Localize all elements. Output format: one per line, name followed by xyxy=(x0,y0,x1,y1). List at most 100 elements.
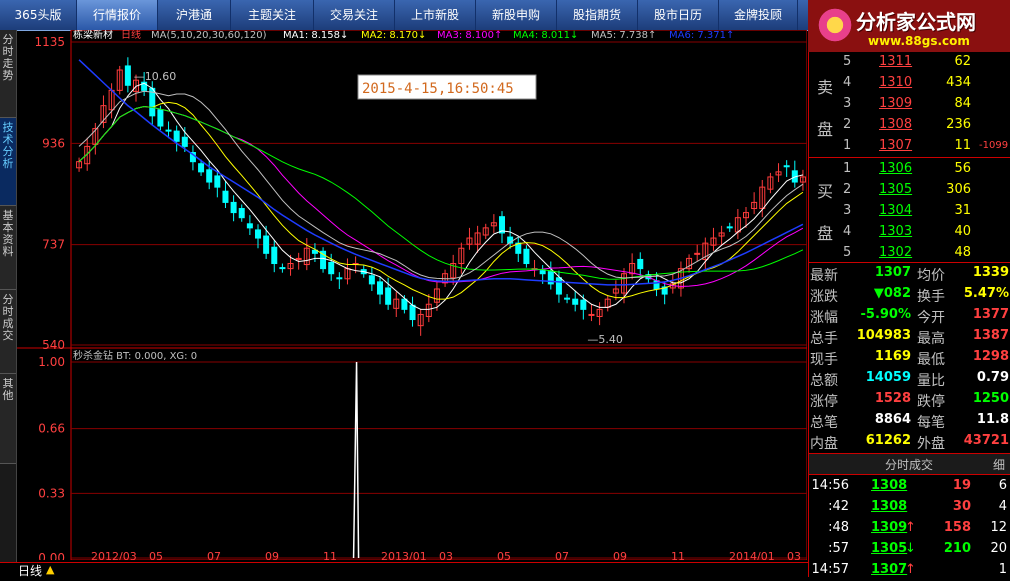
quote-value: ▼082 xyxy=(873,286,911,301)
quote-value-2: 1377 xyxy=(972,307,1009,322)
x-tick-label-5: 2013/01 xyxy=(381,550,427,560)
quote-value-2: 1298 xyxy=(972,349,1009,364)
bid-label-1: 买 xyxy=(817,182,834,201)
quote-row: 最新 1307 均价 1339 xyxy=(809,263,1010,284)
candle-body-11 xyxy=(165,129,172,132)
sub-tick-label-2: 0.33 xyxy=(38,486,65,500)
ask-level: 1 xyxy=(843,138,852,153)
orderbook-divider xyxy=(809,157,1010,158)
quote-row: 涨幅 -5.90% 今开 1377 xyxy=(809,305,1010,326)
left-tab-3[interactable]: 分时成交 xyxy=(0,290,16,374)
menu-item-2[interactable]: 沪港通 xyxy=(158,0,231,30)
candle-body-18 xyxy=(222,190,229,203)
site-logo: 分析家公式网 www.88gs.com xyxy=(808,0,1010,52)
tick-count: 1 xyxy=(998,562,1007,577)
x-tick-label-10: 11 xyxy=(671,550,685,560)
ask-level: 2 xyxy=(843,117,852,132)
ask-price: 1307 xyxy=(879,138,913,153)
bid-row[interactable]: 3 1304 31 xyxy=(809,201,1010,222)
bid-row[interactable]: 1 1306 56 xyxy=(809,159,1010,180)
ask-row[interactable]: 2 1308 236 xyxy=(809,115,1010,136)
tick-arrow-up-icon: ↑ xyxy=(905,520,916,535)
x-tick-label-2: 07 xyxy=(207,550,221,560)
ask-bid-delta: -1099 xyxy=(979,140,1009,151)
menu-item-1[interactable]: 行情报价 xyxy=(77,0,158,30)
bid-label-2: 盘 xyxy=(817,224,834,243)
left-tab-4[interactable]: 其他 xyxy=(0,374,16,464)
sub-tick-label-0: 1.00 xyxy=(38,355,65,369)
menu-item-9[interactable]: 金牌投顾 xyxy=(719,0,798,30)
period-label[interactable]: 日线 xyxy=(18,562,42,579)
sub-tick-label-3: 0.00 xyxy=(38,551,65,560)
sub-tick-label-1: 0.66 xyxy=(38,422,65,436)
ask-row[interactable]: 5 1311 62 xyxy=(809,52,1010,73)
chart-header-ma3: MA3: 8.100↑ xyxy=(437,30,502,41)
menu-item-8[interactable]: 股市日历 xyxy=(638,0,719,30)
ask-row[interactable]: 4 1310 434 xyxy=(809,73,1010,94)
quote-row: 总额 14059 量比 0.79 xyxy=(809,368,1010,389)
menu-item-6[interactable]: 新股申购 xyxy=(476,0,557,30)
quote-row: 涨停 1528 跌停 1250 xyxy=(809,389,1010,410)
tick-price: 1308 xyxy=(871,478,908,493)
bid-volume: 306 xyxy=(946,182,971,197)
tick-count: 20 xyxy=(990,541,1007,556)
menu-item-7[interactable]: 股指期货 xyxy=(557,0,638,30)
ask-price: 1311 xyxy=(879,54,913,69)
bid-level: 2 xyxy=(843,182,852,197)
bid-row[interactable]: 5 1302 48 xyxy=(809,243,1010,264)
menu-item-3[interactable]: 主题关注 xyxy=(231,0,314,30)
quote-row: 总手 104983 最高 1387 xyxy=(809,326,1010,347)
left-tab-1[interactable]: 技术分析 xyxy=(0,118,16,206)
bid-volume: 31 xyxy=(954,203,971,218)
candle-body-41 xyxy=(409,304,416,321)
candle-body-62 xyxy=(580,299,587,310)
ticks-detail-button[interactable]: 细 xyxy=(993,456,1005,473)
chart-header-ma4: MA4: 8.011↓ xyxy=(513,30,578,41)
bid-price: 1303 xyxy=(879,224,913,239)
x-tick-label-3: 09 xyxy=(265,550,279,560)
price-tick-label-3: 540 xyxy=(42,338,65,352)
quote-row: 涨跌 ▼082 换手 5.47% xyxy=(809,284,1010,305)
chart-header-ma6: MA6: 7.371↑ xyxy=(669,30,734,41)
bid-level: 1 xyxy=(843,161,852,176)
candle-body-23 xyxy=(263,235,270,254)
quote-row: 总笔 8864 每笔 11.8 xyxy=(809,410,1010,431)
quote-label: 总额 xyxy=(810,373,838,389)
menu-item-4[interactable]: 交易关注 xyxy=(314,0,395,30)
left-tab-0[interactable]: 分时走势 xyxy=(0,30,16,118)
candle-body-38 xyxy=(385,287,392,305)
quote-value: 61262 xyxy=(865,433,911,448)
bid-row[interactable]: 2 1305 306 xyxy=(809,180,1010,201)
ask-volume: 434 xyxy=(946,75,971,90)
candle-body-31 xyxy=(328,262,335,275)
tick-volume: 19 xyxy=(952,478,971,493)
left-tab-bar: 分时走势 技术分析 基本资料 分时成交 其他 xyxy=(0,30,17,577)
quote-label-2: 换手 xyxy=(917,289,945,305)
x-tick-label-0: 2012/03 xyxy=(91,550,137,560)
x-tick-label-6: 03 xyxy=(439,550,453,560)
quote-panel: 5 1311 62 4 1310 434 3 1309 84 2 1308 236 1 1307 11 卖盘 -… xyxy=(808,52,1010,577)
quote-label-2: 今开 xyxy=(917,310,945,326)
bid-row[interactable]: 4 1303 40 xyxy=(809,222,1010,243)
high-price-marker: —10.60 xyxy=(134,70,177,83)
ticks-title[interactable]: 分时成交 xyxy=(885,456,933,473)
bid-level: 3 xyxy=(843,203,852,218)
ask-row[interactable]: 3 1309 84 xyxy=(809,94,1010,115)
tick-row: :57 1305 ↓ 210 20 xyxy=(809,539,1010,560)
quote-label: 总笔 xyxy=(810,415,838,431)
quote-label: 内盘 xyxy=(810,436,838,452)
chart-header-stock: 栋梁新材 xyxy=(73,30,113,41)
quote-label-2: 均价 xyxy=(917,268,945,284)
menu-item-5[interactable]: 上市新股 xyxy=(395,0,476,30)
period-arrow-icon[interactable]: ▲ xyxy=(46,563,54,576)
x-tick-label-12: 03 xyxy=(787,550,801,560)
tick-count: 4 xyxy=(998,499,1007,514)
candle-body-20 xyxy=(238,208,245,219)
ask-price: 1308 xyxy=(879,117,913,132)
quote-value: 1528 xyxy=(874,391,911,406)
menu-item-0[interactable]: 365头版 xyxy=(0,0,77,30)
price-tick-label-0: 1135 xyxy=(34,35,65,49)
left-tab-2[interactable]: 基本资料 xyxy=(0,206,16,290)
tick-row: :48 1309 ↑ 158 12 xyxy=(809,518,1010,539)
ask-price: 1309 xyxy=(879,96,913,111)
